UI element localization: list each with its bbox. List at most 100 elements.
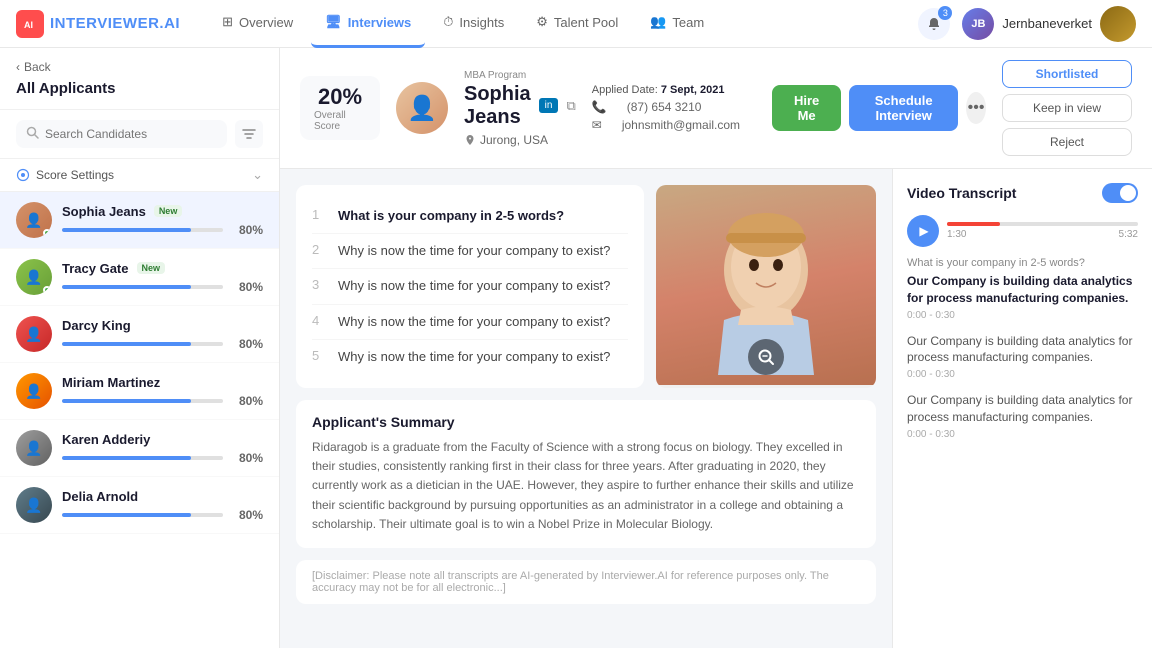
- time-display: 1:30 5:32: [947, 229, 1138, 240]
- app-logo[interactable]: AI INTERVIEWER.AI: [16, 10, 180, 38]
- candidate-score: 80%: [231, 508, 263, 522]
- current-time: 1:30: [947, 229, 966, 240]
- candidate-score: 80%: [231, 280, 263, 294]
- nav-item-interviews[interactable]: 🖥 Interviews: [311, 0, 425, 48]
- schedule-button[interactable]: Schedule Interview: [849, 85, 958, 131]
- profile-quick-actions: Shortlisted Keep in view Reject: [1002, 60, 1132, 156]
- list-item[interactable]: 👤 Karen Adderiy 80%: [0, 420, 279, 477]
- list-item[interactable]: 👤 Darcy King 80%: [0, 306, 279, 363]
- transcript-time: 0:00 - 0:30: [907, 429, 1138, 440]
- more-options-button[interactable]: •••: [966, 92, 986, 124]
- candidate-name-row: Delia Arnold: [62, 489, 263, 504]
- hire-button[interactable]: Hire Me: [772, 85, 841, 131]
- email-icon: ✉: [592, 118, 602, 132]
- search-box[interactable]: [16, 120, 227, 148]
- video-transcript-panel: Video Transcript ▶ 1:30: [892, 169, 1152, 648]
- overall-score-label: Overall Score: [314, 110, 366, 132]
- list-item[interactable]: 👤 Miriam Martinez 80%: [0, 363, 279, 420]
- score-bar: [62, 228, 223, 232]
- action-buttons: Hire Me Schedule Interview •••: [772, 85, 986, 131]
- nav-item-insights[interactable]: ⏱ Insights: [429, 0, 518, 48]
- overall-score-value: 20%: [318, 84, 362, 110]
- list-item[interactable]: 👤 Tracy Gate New 80%: [0, 249, 279, 306]
- candidate-score: 80%: [231, 337, 263, 351]
- score-settings-toggle[interactable]: Score Settings ⌄: [0, 159, 279, 192]
- user-photo: [1100, 6, 1136, 42]
- candidate-name-row: Miriam Martinez: [62, 375, 263, 390]
- notification-button[interactable]: 3: [918, 8, 950, 40]
- profile-header: 20% Overall Score 👤 MBA Program Sophia J…: [280, 48, 1152, 169]
- question-item[interactable]: 1 What is your company in 2-5 words?: [312, 199, 628, 234]
- search-input[interactable]: [45, 127, 217, 141]
- team-icon: 👥: [650, 14, 666, 30]
- candidate-name: Sophia Jeans: [62, 204, 146, 219]
- svg-text:AI: AI: [24, 20, 33, 30]
- question-number: 4: [312, 313, 328, 331]
- list-item[interactable]: 👤 Sophia Jeans New 80%: [0, 192, 279, 249]
- question-number: 5: [312, 348, 328, 366]
- applicant-summary: Applicant's Summary Ridaragob is a gradu…: [296, 400, 876, 548]
- transcript-time: 0:00 - 0:30: [907, 369, 1138, 380]
- question-number: 1: [312, 207, 328, 225]
- transcript-header: Video Transcript: [907, 183, 1138, 203]
- chevron-down-icon: ⌄: [252, 167, 263, 183]
- candidate-avatar: 👤: [16, 487, 52, 523]
- nav-items: ⊞ Overview 🖥 Interviews ⏱ Insights ⚙ Tal…: [208, 0, 918, 48]
- list-item[interactable]: 👤 Delia Arnold 80%: [0, 477, 279, 534]
- new-badge: New: [154, 205, 183, 217]
- question-item[interactable]: 2 Why is now the time for your company t…: [312, 234, 628, 269]
- applied-date: Applied Date: 7 Sept, 2021: [592, 84, 740, 96]
- candidate-info: Darcy King 80%: [62, 318, 263, 351]
- candidate-score: 80%: [231, 394, 263, 408]
- talent-pool-icon: ⚙: [536, 14, 548, 30]
- nav-item-team[interactable]: 👥 Team: [636, 0, 718, 48]
- filter-button[interactable]: [235, 120, 263, 148]
- shortlisted-button[interactable]: Shortlisted: [1002, 60, 1132, 88]
- question-text: What is your company in 2-5 words?: [338, 207, 564, 225]
- user-info[interactable]: JB Jernbaneverket: [962, 6, 1136, 42]
- question-number: 3: [312, 277, 328, 295]
- nav-item-talent-pool[interactable]: ⚙ Talent Pool: [522, 0, 632, 48]
- progress-fill: [947, 222, 1000, 226]
- transcript-question: What is your company in 2-5 words?: [907, 257, 1138, 269]
- video-thumbnail[interactable]: [656, 185, 876, 385]
- back-link[interactable]: ‹ Back: [16, 60, 263, 74]
- video-preview: [656, 185, 876, 388]
- candidate-score: 80%: [231, 451, 263, 465]
- candidates-list: 👤 Sophia Jeans New 80% 👤: [0, 192, 279, 648]
- question-text: Why is now the time for your company to …: [338, 277, 610, 295]
- score-bar: [62, 285, 223, 289]
- questions-video-row: 1 What is your company in 2-5 words? 2 W…: [296, 185, 876, 388]
- sidebar-title: All Applicants: [16, 80, 263, 97]
- candidate-info: Miriam Martinez 80%: [62, 375, 263, 408]
- question-item[interactable]: 3 Why is now the time for your company t…: [312, 269, 628, 304]
- phone-number: (87) 654 3210: [627, 100, 702, 114]
- score-settings-label: Score Settings: [16, 168, 114, 182]
- question-text: Why is now the time for your company to …: [338, 242, 610, 260]
- copy-link-icon[interactable]: ⧉: [566, 98, 575, 114]
- nav-item-overview[interactable]: ⊞ Overview: [208, 0, 307, 48]
- search-icon: [26, 126, 39, 142]
- play-button[interactable]: ▶: [907, 215, 939, 247]
- candidate-bar-row: 80%: [62, 337, 263, 351]
- transcript-answer: Our Company is building data analytics f…: [907, 273, 1138, 307]
- question-item[interactable]: 4 Why is now the time for your company t…: [312, 305, 628, 340]
- candidate-score: 80%: [231, 223, 263, 237]
- program-label: MBA Program: [464, 70, 576, 81]
- keep-in-view-button[interactable]: Keep in view: [1002, 94, 1132, 122]
- profile-details: MBA Program Sophia Jeans in ⧉ Jurong, US…: [464, 70, 576, 147]
- zoom-icon[interactable]: [748, 339, 784, 375]
- transcript-toggle[interactable]: [1102, 183, 1138, 203]
- linkedin-button[interactable]: in: [539, 98, 559, 113]
- transcript-item: Our Company is building data analytics f…: [907, 392, 1138, 440]
- progress-track: [947, 222, 1138, 226]
- main-content: 20% Overall Score 👤 MBA Program Sophia J…: [280, 48, 1152, 648]
- progress-bar[interactable]: 1:30 5:32: [947, 222, 1138, 240]
- candidate-name: Darcy King: [62, 318, 131, 333]
- contact-row: 📞 (87) 654 3210: [592, 100, 740, 114]
- candidate-full-name: Sophia Jeans: [464, 83, 531, 129]
- question-item[interactable]: 5 Why is now the time for your company t…: [312, 340, 628, 374]
- overview-icon: ⊞: [222, 14, 233, 30]
- candidate-name-row: Darcy King: [62, 318, 263, 333]
- reject-button[interactable]: Reject: [1002, 128, 1132, 156]
